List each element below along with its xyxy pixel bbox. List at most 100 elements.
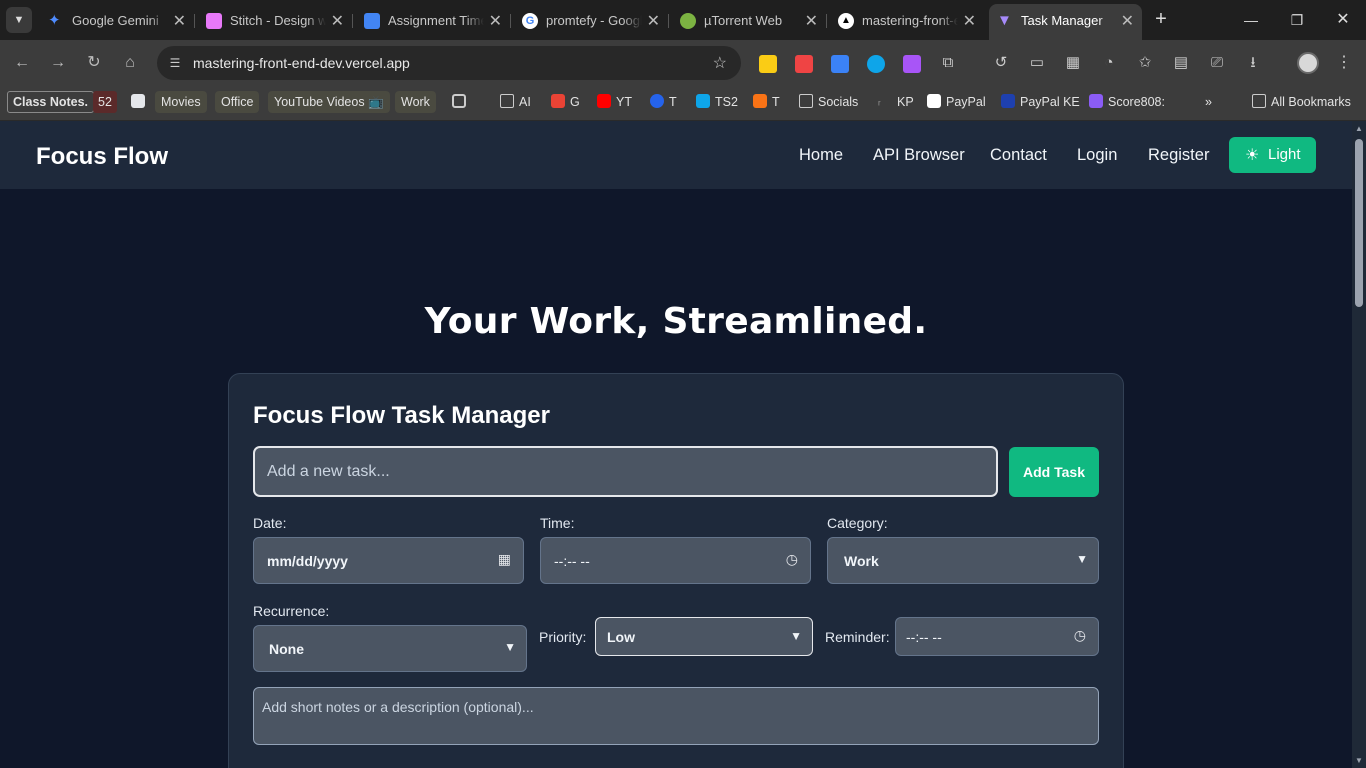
- extension-icon[interactable]: [759, 55, 777, 73]
- theme-toggle-button[interactable]: ☀ Light: [1229, 137, 1316, 173]
- nav-link-login[interactable]: Login: [1077, 146, 1117, 165]
- bookmark-item[interactable]: [131, 91, 150, 113]
- bookmark-label: PayPal: [946, 95, 986, 109]
- devices-icon[interactable]: ▭: [1027, 53, 1047, 73]
- nav-link-register[interactable]: Register: [1148, 146, 1209, 165]
- page-scrollbar[interactable]: ▲ ▼: [1352, 121, 1366, 768]
- priority-select[interactable]: Low ▼: [595, 617, 813, 656]
- bookmark-item[interactable]: TS2: [696, 91, 738, 113]
- browser-tab[interactable]: Stitch - Design with AI ✕: [198, 6, 353, 36]
- extensions-puzzle-icon[interactable]: ⧉: [938, 53, 958, 73]
- tab-search-button[interactable]: ▼: [6, 7, 32, 33]
- new-tab-icon[interactable]: +: [1150, 8, 1172, 30]
- bookmark-item[interactable]: T: [753, 91, 780, 113]
- site-info-icon[interactable]: ☰: [165, 53, 185, 73]
- bookmark-item[interactable]: 52: [93, 91, 117, 113]
- folder-icon: [1252, 94, 1266, 108]
- tab-title: Assignment Timeline: [388, 13, 484, 28]
- close-tab-icon[interactable]: ✕: [963, 11, 976, 31]
- incognito-icon[interactable]: ◔: [1099, 53, 1119, 73]
- close-tab-icon[interactable]: ✕: [331, 11, 344, 31]
- bookmark-folder[interactable]: Socials: [799, 91, 858, 113]
- add-task-button[interactable]: Add Task: [1009, 447, 1099, 497]
- clock-icon[interactable]: ◷: [1074, 627, 1086, 644]
- nav-link-home[interactable]: Home: [799, 146, 843, 165]
- close-tab-icon[interactable]: ✕: [173, 11, 186, 31]
- tab-groups-icon[interactable]: ▦: [1063, 53, 1083, 73]
- recurrence-select[interactable]: None ▼: [253, 625, 527, 672]
- cast-icon[interactable]: ⎚: [1207, 53, 1227, 73]
- extension-icon[interactable]: [903, 55, 921, 73]
- browser-tab-active[interactable]: ▼ Task Manager ✕: [989, 4, 1142, 40]
- scrollbar-thumb[interactable]: [1355, 139, 1363, 307]
- site-icon: ʳ: [878, 99, 881, 111]
- bookmark-item[interactable]: Class Notes.: [7, 91, 95, 113]
- bookmark-item[interactable]: Score808:: [1089, 91, 1165, 113]
- paypal-icon: [1001, 94, 1015, 108]
- bookmark-item[interactable]: ʳ KP: [878, 91, 914, 113]
- site-icon: [650, 94, 664, 108]
- bookmark-item[interactable]: PayPal KE: [1001, 91, 1080, 113]
- bookmark-item[interactable]: YT: [597, 91, 632, 113]
- nav-link-api-browser[interactable]: API Browser: [873, 146, 965, 165]
- clock-icon[interactable]: ◷: [786, 551, 798, 568]
- reading-list-icon[interactable]: ▤: [1171, 53, 1191, 73]
- new-task-input[interactable]: [253, 446, 998, 497]
- bookmark-item[interactable]: YouTube Videos 📺: [268, 91, 390, 113]
- back-icon[interactable]: ←: [11, 52, 33, 74]
- minimize-icon[interactable]: —: [1238, 8, 1264, 32]
- bookmark-item[interactable]: Work: [395, 91, 436, 113]
- bookmark-item[interactable]: [452, 91, 471, 113]
- brand-logo[interactable]: Focus Flow: [36, 143, 168, 171]
- nav-link-contact[interactable]: Contact: [990, 146, 1047, 165]
- notes-placeholder: Add short notes or a description (option…: [262, 699, 534, 715]
- address-bar[interactable]: ☰ mastering-front-end-dev.vercel.app ☆: [157, 46, 741, 80]
- extension-icon[interactable]: [795, 55, 813, 73]
- bookmark-item[interactable]: PayPal: [927, 91, 986, 113]
- close-tab-icon[interactable]: ✕: [805, 11, 818, 31]
- reminder-input[interactable]: --:-- -- ◷: [895, 617, 1099, 656]
- history-icon[interactable]: ↺: [991, 53, 1011, 73]
- reload-icon[interactable]: ↻: [83, 52, 105, 74]
- google-icon: G: [522, 13, 538, 29]
- home-icon[interactable]: ⌂: [119, 52, 141, 74]
- download-icon[interactable]: ⭳: [1243, 53, 1263, 73]
- all-bookmarks-folder[interactable]: All Bookmarks: [1252, 91, 1351, 113]
- translate-extension-icon[interactable]: [831, 55, 849, 73]
- date-input[interactable]: mm/dd/yyyy ▦: [253, 537, 524, 584]
- scroll-up-icon[interactable]: ▲: [1355, 124, 1363, 133]
- profile-avatar[interactable]: [1297, 52, 1319, 74]
- time-input[interactable]: --:-- -- ◷: [540, 537, 811, 584]
- bookmarks-bar: Class Notes. 52 Movies Office YouTube Vi…: [0, 86, 1366, 121]
- bookmark-folder[interactable]: AI: [500, 91, 531, 113]
- task-notes-textarea[interactable]: Add short notes or a description (option…: [253, 687, 1099, 745]
- time-label: Time:: [540, 515, 575, 531]
- close-tab-icon[interactable]: ✕: [489, 11, 502, 31]
- scroll-down-icon[interactable]: ▼: [1355, 756, 1363, 765]
- favorites-icon[interactable]: ✩: [1135, 53, 1155, 73]
- bookmark-item[interactable]: T: [650, 91, 677, 113]
- close-tab-icon[interactable]: ✕: [1121, 11, 1134, 31]
- bookmark-item[interactable]: Movies: [155, 91, 207, 113]
- category-select[interactable]: Work ▼: [827, 537, 1099, 584]
- bookmark-star-icon[interactable]: ☆: [713, 53, 727, 73]
- bookmarks-overflow-icon[interactable]: »: [1205, 91, 1212, 113]
- url-text[interactable]: mastering-front-end-dev.vercel.app: [193, 55, 410, 71]
- restore-icon[interactable]: ❐: [1284, 8, 1310, 32]
- tab-title: Stitch - Design with AI: [230, 13, 326, 28]
- browser-tab[interactable]: µTorrent Web ✕: [672, 6, 827, 36]
- bookmark-item[interactable]: G: [551, 91, 580, 113]
- close-tab-icon[interactable]: ✕: [647, 11, 660, 31]
- browser-menu-icon[interactable]: ⋮: [1334, 52, 1354, 74]
- close-window-icon[interactable]: ✕: [1330, 8, 1356, 32]
- browser-tab[interactable]: Assignment Timeline ✕: [356, 6, 511, 36]
- browser-tab[interactable]: ✦ Google Gemini ✕: [40, 6, 195, 36]
- page-content: Focus Flow Home API Browser Contact Logi…: [0, 121, 1352, 768]
- forward-icon[interactable]: →: [47, 52, 69, 74]
- shazam-extension-icon[interactable]: [867, 55, 885, 73]
- calendar-icon[interactable]: ▦: [498, 551, 511, 568]
- bookmark-item[interactable]: Office: [215, 91, 260, 113]
- browser-tab[interactable]: ▲ mastering-front-end-dev ✕: [830, 6, 984, 36]
- tab-separator: [510, 14, 511, 28]
- browser-tab[interactable]: G promtefy - Google Search ✕: [514, 6, 669, 36]
